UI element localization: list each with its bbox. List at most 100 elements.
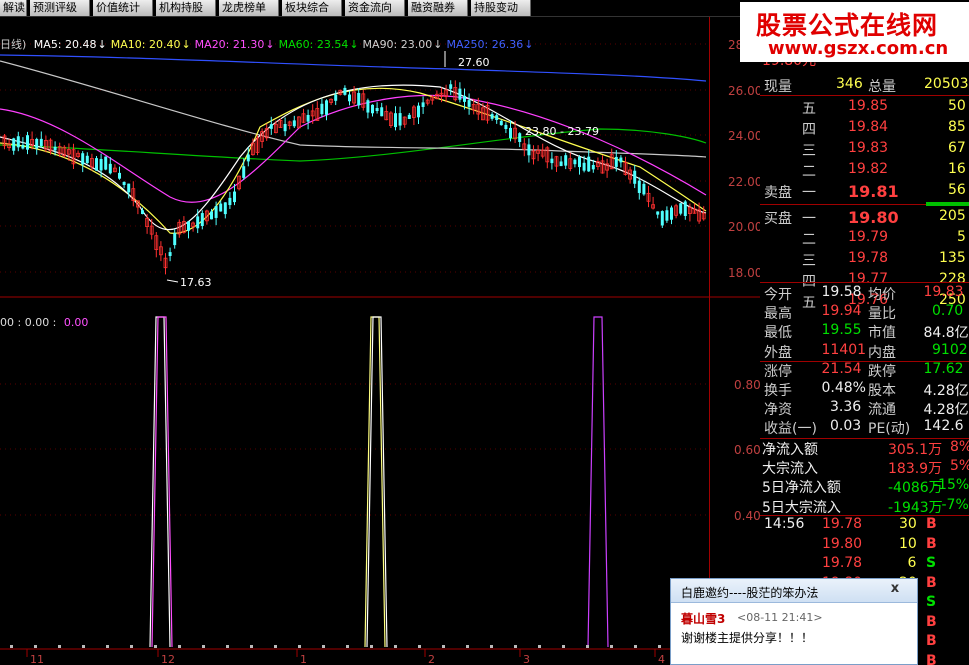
candle-body bbox=[53, 146, 57, 151]
notification-popup[interactable]: 白鹿邀约----股茫的笨办法 x 暮山雪3 <08-11 21:41> 谢谢楼主… bbox=[670, 578, 918, 665]
tick-price: 19.78 bbox=[822, 516, 863, 532]
tick-price: 19.78 bbox=[822, 555, 863, 571]
bid-volume: 205 bbox=[939, 208, 966, 224]
tab-institution-holding[interactable]: 机构持股 bbox=[156, 0, 216, 16]
period-label: 日线) bbox=[0, 38, 27, 51]
close-icon[interactable]: x bbox=[887, 581, 903, 597]
candle-body bbox=[292, 120, 296, 127]
down-arrow-icon: ↓ bbox=[524, 38, 534, 51]
candle-body bbox=[371, 104, 374, 114]
stat-label: 市值 bbox=[868, 325, 896, 342]
logo-title: 股票公式在线网 bbox=[756, 11, 939, 40]
candle-body bbox=[670, 207, 673, 220]
price-tick-label: 18.00 bbox=[728, 266, 760, 280]
ma-legend-item: MA60: 23.54 bbox=[278, 38, 349, 51]
stat-label: 量比 bbox=[868, 306, 896, 323]
tab-dragon-tiger[interactable]: 龙虎榜单 bbox=[219, 0, 279, 16]
bid-row[interactable]: 买盘一 19.80 205 bbox=[760, 208, 969, 227]
stat-value: 19.58 bbox=[821, 284, 862, 300]
ma-legend-item: MA250: 26.36 bbox=[446, 38, 524, 51]
candle-body bbox=[665, 210, 669, 221]
popup-title[interactable]: 白鹿邀约----股茫的笨办法 bbox=[681, 584, 818, 601]
tab-value-stats[interactable]: 价值统计 bbox=[93, 0, 153, 16]
candle-body bbox=[504, 124, 508, 130]
candle-body bbox=[95, 158, 98, 171]
candle-body bbox=[348, 94, 351, 102]
axis-marker bbox=[106, 645, 109, 648]
price-tick-label: 22.00 bbox=[728, 175, 760, 189]
kline-chart-area[interactable]: 28 26.00 24.00 22.00 20.00 18.00 0.80 0.60 0.40 1… bbox=[0, 17, 760, 665]
ask-price: 19.84 bbox=[848, 119, 889, 135]
stat-label: 跌停 bbox=[868, 363, 896, 380]
axis-marker bbox=[130, 645, 133, 648]
candle-body bbox=[122, 181, 126, 185]
down-arrow-icon: ↓ bbox=[433, 38, 443, 51]
stat-label: 涨停 bbox=[764, 363, 792, 380]
ask-level: 四 bbox=[802, 122, 816, 138]
axis-marker bbox=[466, 645, 469, 648]
stat-row: 今开 19.58 均价 19.83 bbox=[760, 284, 969, 303]
ma-curve bbox=[0, 54, 707, 82]
candle-body bbox=[679, 203, 683, 214]
tab-sector[interactable]: 板块综合 bbox=[282, 0, 342, 16]
candle-body bbox=[223, 202, 227, 215]
tab-forecast-rating[interactable]: 预测评级 bbox=[30, 0, 90, 16]
axis-marker bbox=[346, 645, 349, 648]
axis-marker bbox=[394, 645, 397, 648]
stat-value: 21.54 bbox=[821, 360, 862, 377]
candle-body bbox=[320, 103, 324, 115]
ask-row[interactable]: 三 19.83 67 bbox=[760, 140, 969, 159]
candle-body bbox=[200, 213, 204, 227]
popup-user[interactable]: 暮山雪3 bbox=[681, 610, 725, 627]
stat-value: 11401 bbox=[821, 341, 867, 358]
candle-body bbox=[343, 87, 347, 95]
stat-value: 9102 bbox=[932, 341, 968, 358]
tick-side: S bbox=[926, 555, 937, 571]
ask-row[interactable]: 二 19.82 16 bbox=[760, 161, 969, 180]
ask-row[interactable]: 卖盘一 19.81 56 bbox=[760, 182, 969, 201]
indicator-tick-label: 0.80 bbox=[734, 378, 760, 392]
stat-label: 最高 bbox=[764, 306, 792, 323]
bid-level: 一 bbox=[802, 211, 816, 227]
candle-body bbox=[141, 210, 144, 215]
candle-body bbox=[334, 94, 338, 101]
indicator-spike bbox=[587, 316, 609, 648]
flow-label: 5日大宗流入 bbox=[762, 499, 841, 516]
candle-body bbox=[394, 113, 397, 128]
candle-body bbox=[467, 100, 471, 107]
low-label: 17.63 bbox=[180, 276, 212, 289]
popup-time: <08-11 21:41> bbox=[737, 611, 823, 624]
kline-chart[interactable]: 2826.0024.0022.0020.0018.000.800.600.401… bbox=[0, 17, 760, 665]
candle-body bbox=[214, 206, 218, 218]
ma-curve bbox=[0, 60, 707, 158]
candle-body bbox=[366, 100, 370, 113]
ask-volume: 85 bbox=[948, 119, 966, 135]
tab-holding-change[interactable]: 持股变动 bbox=[471, 0, 531, 16]
candle-body bbox=[463, 95, 466, 102]
ask-row[interactable]: 四 19.84 85 bbox=[760, 119, 969, 138]
ma-legend-item: MA90: 23.00 bbox=[362, 38, 433, 51]
bid-row[interactable]: 三 19.78 135 bbox=[760, 250, 969, 269]
bid-row[interactable]: 二 19.79 5 bbox=[760, 229, 969, 248]
tab-margin[interactable]: 融资融券 bbox=[408, 0, 468, 16]
candle-body bbox=[325, 100, 328, 115]
tab-capital-flow[interactable]: 资金流向 bbox=[345, 0, 405, 16]
ask-row[interactable]: 五 19.85 50 bbox=[760, 98, 969, 117]
ask-price: 19.81 bbox=[848, 182, 899, 201]
tick-side: B bbox=[926, 652, 937, 665]
candle-body bbox=[283, 124, 287, 132]
candle-body bbox=[306, 114, 310, 122]
candle-body bbox=[375, 108, 379, 112]
axis-marker bbox=[322, 645, 325, 648]
tab-interpret[interactable]: 解读 bbox=[0, 0, 27, 16]
stat-value: 0.70 bbox=[932, 303, 964, 320]
now-volume: 346 bbox=[836, 76, 863, 92]
price-tick-label: 24.00 bbox=[728, 129, 760, 143]
ask-volume: 50 bbox=[948, 98, 966, 114]
stat-row: 收益(一) 0.03 PE(动) 142.6 bbox=[760, 418, 969, 437]
stat-value: 4.28亿 bbox=[923, 383, 969, 399]
axis-marker bbox=[250, 645, 253, 648]
stat-label: 均价 bbox=[868, 287, 896, 303]
tick-row: 14:56 19.78 30 B bbox=[760, 516, 969, 535]
ma-legend-item: MA10: 20.40 bbox=[110, 38, 181, 51]
